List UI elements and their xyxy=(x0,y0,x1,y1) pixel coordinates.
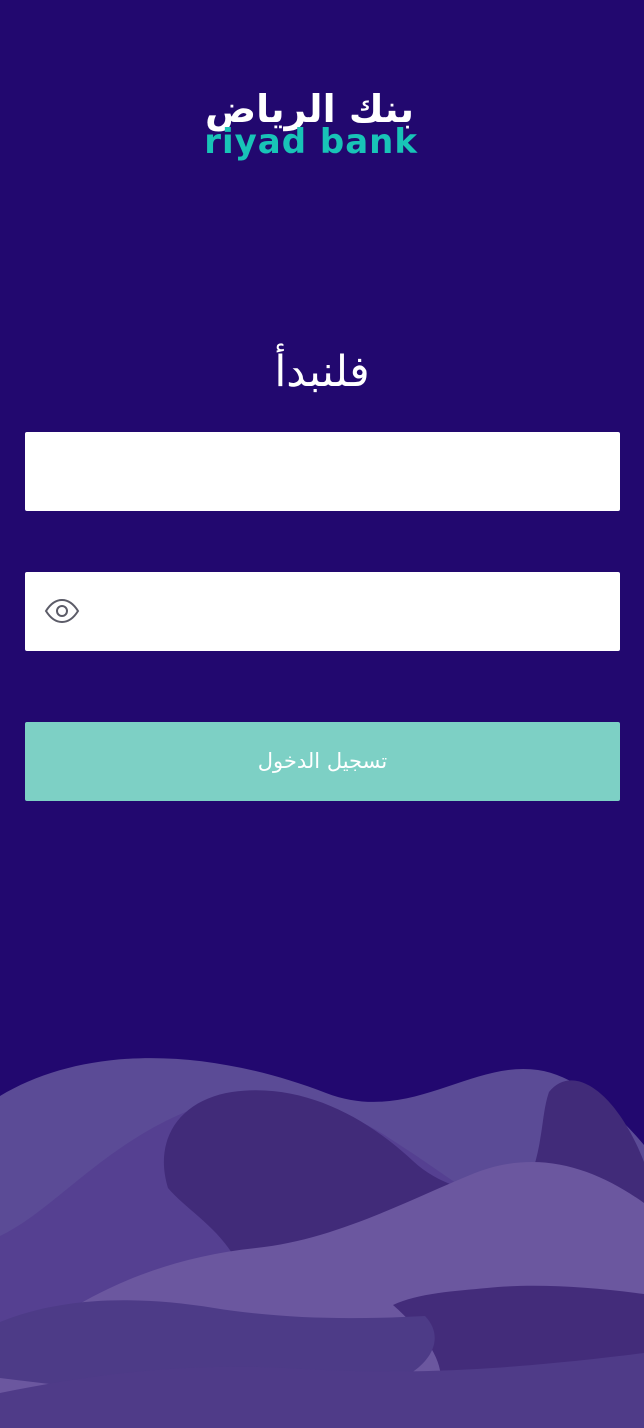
login-button[interactable]: تسجيل الدخول xyxy=(25,722,620,801)
desert-dunes-illustration xyxy=(0,1058,644,1428)
password-field[interactable] xyxy=(25,572,620,653)
password-input[interactable] xyxy=(97,572,596,653)
username-field[interactable] xyxy=(25,432,620,513)
riyad-bank-logo: بنك الرياض riyad bank xyxy=(190,88,454,162)
password-visibility-button[interactable] xyxy=(39,594,85,628)
page-title: فلنبدأ xyxy=(274,347,370,397)
eye-icon xyxy=(44,599,80,623)
logo-english-text: riyad bank xyxy=(204,122,418,162)
username-input[interactable] xyxy=(49,432,596,513)
login-screen: بنك الرياض riyad bank فلنبدأ تسجيل الدخو… xyxy=(0,0,644,1428)
